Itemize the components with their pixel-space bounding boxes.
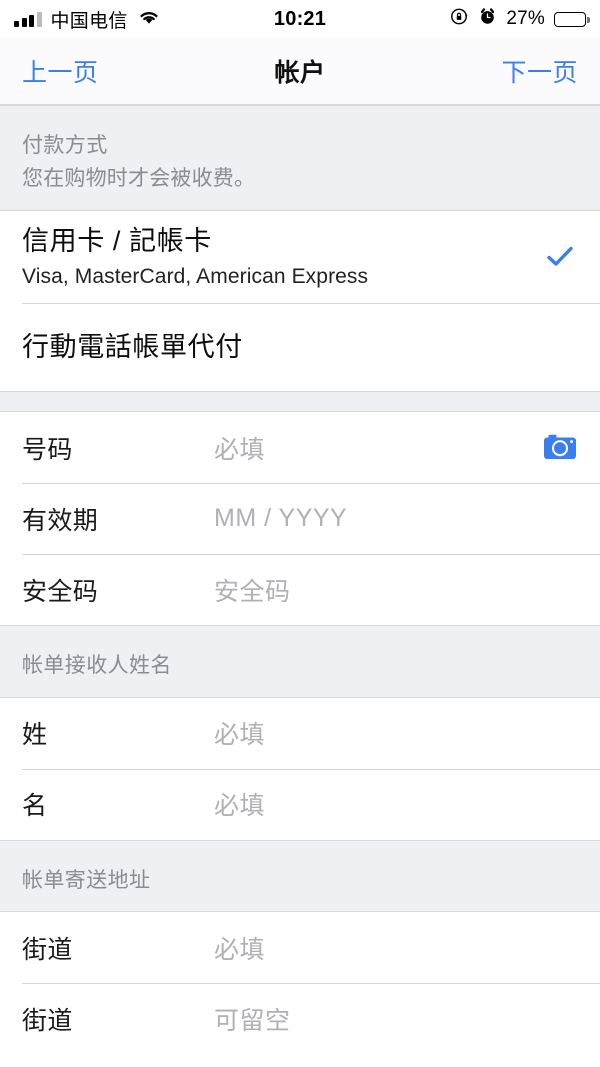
rotation-lock-icon	[450, 7, 469, 31]
battery-percent-label: 27%	[506, 8, 545, 29]
battery-icon	[554, 11, 590, 27]
section-subtitle: 您在购物时才会被收费。	[22, 167, 256, 191]
field-value[interactable]: 必填	[214, 786, 265, 822]
field-value[interactable]: MM / YYYY	[214, 504, 347, 533]
option-title: 信用卡 / 記帳卡	[22, 225, 212, 256]
field-value[interactable]: 安全码	[214, 572, 291, 608]
field-label: 街道	[22, 935, 73, 964]
section-title: 帐单接收人姓名	[22, 654, 172, 678]
field-label: 名	[22, 792, 48, 821]
section-title: 付款方式	[22, 134, 108, 157]
checkmark-icon	[546, 243, 574, 271]
back-button[interactable]: 上一页	[22, 53, 99, 89]
card-fields-group: 号码 必填 有效期 MM / YYYY 安全码 安全码	[0, 412, 600, 626]
status-bar: 中国电信 10:21 27%	[0, 0, 600, 38]
section-gap	[0, 391, 600, 413]
signal-bars-icon	[14, 11, 42, 27]
field-label: 安全码	[22, 577, 99, 606]
section-header-billing-name: 帐单接收人姓名	[0, 625, 600, 698]
field-label: 号码	[22, 435, 73, 464]
status-bar-left: 中国电信	[14, 6, 161, 33]
field-first-name[interactable]: 名 必填	[0, 768, 600, 840]
section-title: 帐单寄送地址	[22, 868, 151, 892]
payment-method-options: 信用卡 / 記帳卡 Visa, MasterCard, American Exp…	[0, 210, 600, 392]
carrier-label: 中国电信	[50, 10, 128, 32]
alarm-clock-icon	[478, 7, 497, 31]
field-expiry-date[interactable]: 有效期 MM / YYYY	[0, 483, 600, 555]
billing-address-group: 街道 必填 街道 可留空	[0, 912, 600, 1055]
field-label: 有效期	[22, 506, 99, 535]
section-header-payment-method: 付款方式 您在购物时才会被收费。	[0, 105, 600, 211]
clock-label: 10:21	[273, 7, 327, 30]
field-value[interactable]: 必填	[214, 430, 265, 466]
phone-screen: 中国电信 10:21 27% 上一页 帐户 下一页 付款方式 您在购物时才会被收…	[0, 0, 600, 1067]
nav-bar: 上一页 帐户 下一页	[0, 38, 600, 105]
option-title: 行動電話帳單代付	[22, 331, 243, 362]
field-label: 街道	[22, 1006, 73, 1035]
field-value[interactable]: 必填	[214, 715, 265, 751]
option-credit-card[interactable]: 信用卡 / 記帳卡 Visa, MasterCard, American Exp…	[0, 210, 600, 304]
field-street-line2[interactable]: 街道 可留空	[0, 983, 600, 1055]
option-carrier-billing[interactable]: 行動電話帳單代付	[0, 303, 600, 392]
camera-icon[interactable]	[542, 434, 578, 462]
field-last-name[interactable]: 姓 必填	[0, 697, 600, 769]
field-security-code[interactable]: 安全码 安全码	[0, 554, 600, 626]
field-street-line1[interactable]: 街道 必填	[0, 912, 600, 984]
billing-name-group: 姓 必填 名 必填	[0, 697, 600, 840]
wifi-icon	[137, 8, 161, 31]
next-button[interactable]: 下一页	[501, 53, 578, 89]
field-value[interactable]: 可留空	[214, 1001, 291, 1037]
field-label: 姓	[22, 721, 48, 750]
section-header-billing-address: 帐单寄送地址	[0, 839, 600, 913]
status-bar-right: 27%	[450, 0, 590, 38]
field-card-number[interactable]: 号码 必填	[0, 412, 600, 484]
field-value[interactable]: 必填	[214, 930, 265, 966]
option-subtitle: Visa, MasterCard, American Express	[22, 265, 369, 289]
